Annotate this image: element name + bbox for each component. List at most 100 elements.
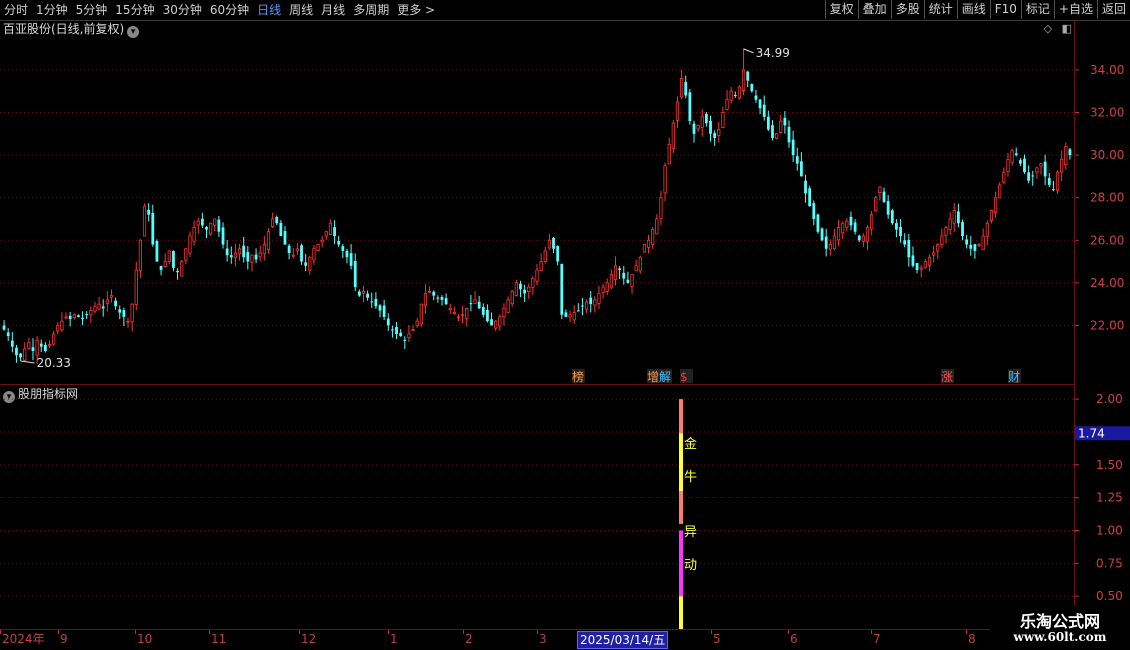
- candle[interactable]: [68, 311, 72, 327]
- candle[interactable]: [940, 228, 944, 249]
- candle[interactable]: [787, 120, 791, 148]
- candle[interactable]: [163, 253, 167, 268]
- candle[interactable]: [865, 225, 870, 251]
- candle[interactable]: [775, 133, 779, 140]
- candle[interactable]: [411, 325, 415, 332]
- candle[interactable]: [114, 297, 118, 310]
- candle[interactable]: [1055, 170, 1060, 194]
- candle[interactable]: [452, 306, 456, 315]
- candle[interactable]: [1064, 142, 1068, 170]
- candle[interactable]: [320, 235, 324, 248]
- toolbar-button[interactable]: 叠加: [857, 0, 891, 19]
- candle[interactable]: [361, 285, 366, 303]
- candle[interactable]: [985, 220, 989, 246]
- candle[interactable]: [899, 219, 902, 243]
- candle[interactable]: [43, 342, 47, 353]
- candle[interactable]: [19, 352, 22, 361]
- candle[interactable]: [246, 245, 250, 270]
- chevron-down-icon[interactable]: ▾: [127, 26, 140, 38]
- candle[interactable]: [250, 254, 254, 272]
- candle[interactable]: [688, 89, 692, 125]
- candle[interactable]: [952, 202, 956, 233]
- candle[interactable]: [374, 292, 378, 309]
- toolbar-button[interactable]: +自选: [1053, 0, 1097, 19]
- candle[interactable]: [155, 239, 159, 262]
- candle[interactable]: [448, 303, 452, 314]
- toolbar-button[interactable]: 多股: [890, 0, 924, 19]
- candle[interactable]: [200, 212, 204, 228]
- candle[interactable]: [973, 243, 977, 259]
- candle[interactable]: [23, 342, 27, 362]
- candle[interactable]: [295, 243, 299, 255]
- candle[interactable]: [217, 215, 221, 237]
- period-tab[interactable]: 30分钟: [159, 0, 206, 20]
- toolbar-button[interactable]: 返回: [1096, 0, 1130, 19]
- candle[interactable]: [184, 247, 188, 265]
- candle[interactable]: [737, 85, 742, 100]
- candle[interactable]: [502, 303, 506, 326]
- candle[interactable]: [758, 98, 762, 115]
- candle[interactable]: [989, 209, 994, 224]
- candle[interactable]: [907, 233, 911, 267]
- event-marker[interactable]: 解: [659, 369, 672, 384]
- candle[interactable]: [213, 218, 217, 232]
- candle[interactable]: [828, 239, 832, 256]
- candle[interactable]: [415, 317, 419, 328]
- candle[interactable]: [890, 208, 894, 226]
- candle[interactable]: [1031, 170, 1035, 186]
- event-marker[interactable]: 财: [1008, 369, 1021, 384]
- period-tab[interactable]: 60分钟: [206, 0, 253, 20]
- candle[interactable]: [663, 162, 667, 202]
- candle[interactable]: [242, 236, 246, 263]
- candle[interactable]: [696, 124, 700, 133]
- candle[interactable]: [543, 246, 547, 264]
- candle[interactable]: [597, 285, 601, 309]
- candle[interactable]: [741, 48, 746, 96]
- candle[interactable]: [700, 108, 704, 137]
- candle[interactable]: [52, 330, 56, 346]
- candle[interactable]: [386, 313, 390, 331]
- candle[interactable]: [581, 297, 584, 316]
- candle[interactable]: [539, 253, 543, 272]
- candle[interactable]: [15, 344, 18, 363]
- candle[interactable]: [535, 264, 539, 286]
- toolbar-button[interactable]: 标记: [1020, 0, 1054, 19]
- candle[interactable]: [382, 299, 386, 321]
- candle[interactable]: [1006, 152, 1010, 177]
- candle[interactable]: [192, 220, 196, 246]
- candle[interactable]: [655, 214, 659, 235]
- candle[interactable]: [932, 245, 936, 263]
- candle[interactable]: [481, 303, 485, 318]
- candle[interactable]: [506, 296, 510, 314]
- candle[interactable]: [64, 312, 68, 320]
- period-tab[interactable]: 5分钟: [72, 0, 112, 20]
- candle[interactable]: [419, 303, 423, 328]
- candle[interactable]: [6, 328, 10, 341]
- candle[interactable]: [709, 115, 712, 142]
- period-tab[interactable]: 1分钟: [32, 0, 72, 20]
- candle[interactable]: [977, 242, 981, 248]
- candle[interactable]: [800, 152, 803, 177]
- candle[interactable]: [593, 296, 597, 313]
- candle[interactable]: [923, 258, 927, 269]
- candle[interactable]: [494, 319, 498, 332]
- candle[interactable]: [233, 243, 238, 267]
- candle[interactable]: [378, 304, 382, 318]
- candle[interactable]: [444, 293, 448, 306]
- candle[interactable]: [283, 226, 287, 245]
- candle[interactable]: [134, 261, 138, 311]
- candle[interactable]: [936, 243, 940, 260]
- candle[interactable]: [510, 289, 514, 307]
- candle[interactable]: [675, 96, 680, 128]
- candle[interactable]: [717, 121, 721, 143]
- period-tab[interactable]: 分时: [0, 0, 32, 20]
- toolbar-button[interactable]: 复权: [824, 0, 858, 19]
- candle[interactable]: [490, 312, 493, 326]
- candle[interactable]: [407, 325, 411, 342]
- candle[interactable]: [514, 279, 518, 297]
- candle[interactable]: [370, 292, 374, 308]
- candle[interactable]: [1023, 154, 1026, 174]
- candle[interactable]: [1068, 147, 1072, 160]
- candle[interactable]: [349, 244, 353, 270]
- candle[interactable]: [519, 280, 522, 298]
